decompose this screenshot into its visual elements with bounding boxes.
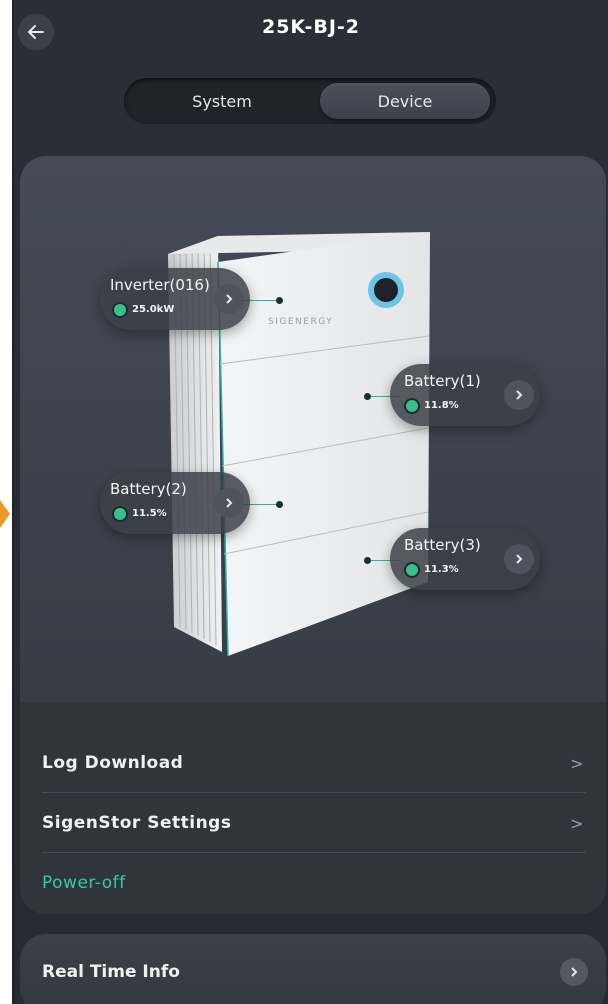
device-screen: 25K-BJ-2 System Device SIGENERGY Inverte…: [12, 0, 608, 1004]
power-off-label: Power-off: [42, 873, 126, 893]
battery-1-soc-value: 11.8%: [424, 400, 459, 411]
left-edge-marker: [0, 500, 10, 528]
menu-item-power-off[interactable]: Power-off: [42, 854, 586, 912]
battery-3-anchor-dot: [364, 557, 371, 564]
real-time-info-row[interactable]: Real Time Info: [20, 934, 606, 1004]
inverter-anchor-dot: [276, 297, 283, 304]
chevron-right-icon[interactable]: [214, 488, 244, 518]
menu-item-log-download[interactable]: Log Download >: [42, 734, 586, 792]
menu-item-label: Log Download: [42, 753, 184, 773]
hotspot-label: Battery(3): [404, 536, 481, 554]
view-switcher: System Device: [124, 78, 496, 124]
status-dot-icon: [406, 564, 418, 576]
divider: [42, 792, 586, 793]
hotspot-label: Battery(1): [404, 372, 481, 390]
tab-device[interactable]: Device: [320, 83, 490, 119]
device-card: SIGENERGY Inverter(016) 25.0kW Battery(1…: [20, 156, 606, 914]
hotspot-battery-3[interactable]: Battery(3) 11.3%: [390, 528, 540, 590]
status-dot-icon: [406, 400, 418, 412]
menu-item-label: SigenStor Settings: [42, 813, 232, 833]
hotspot-label: Inverter(016): [110, 276, 210, 294]
inverter-power-value: 25.0kW: [132, 304, 175, 315]
battery-2-soc-value: 11.5%: [132, 508, 167, 519]
divider: [42, 852, 586, 853]
chevron-right-icon: >: [570, 814, 584, 833]
brand-logo: SIGENERGY: [268, 317, 333, 327]
status-dot-icon: [114, 508, 126, 520]
hotspot-label: Battery(2): [110, 480, 187, 498]
page-title: 25K-BJ-2: [261, 16, 361, 38]
status-dot-icon: [114, 304, 126, 316]
tab-system[interactable]: System: [130, 83, 314, 119]
chevron-right-icon[interactable]: [560, 958, 588, 986]
chevron-right-icon[interactable]: [504, 544, 534, 574]
real-time-info-label: Real Time Info: [42, 962, 180, 982]
hotspot-battery-2[interactable]: Battery(2) 11.5%: [100, 472, 250, 534]
battery-1-anchor-dot: [364, 393, 371, 400]
chevron-right-icon[interactable]: [504, 380, 534, 410]
battery-2-anchor-dot: [276, 501, 283, 508]
chevron-right-icon: >: [570, 754, 584, 773]
chevron-right-icon[interactable]: [214, 284, 244, 314]
hotspot-battery-1[interactable]: Battery(1) 11.8%: [390, 364, 540, 426]
battery-3-soc-value: 11.3%: [424, 564, 459, 575]
menu-item-sigenstor-settings[interactable]: SigenStor Settings >: [42, 794, 586, 852]
hotspot-inverter[interactable]: Inverter(016) 25.0kW: [100, 268, 250, 330]
